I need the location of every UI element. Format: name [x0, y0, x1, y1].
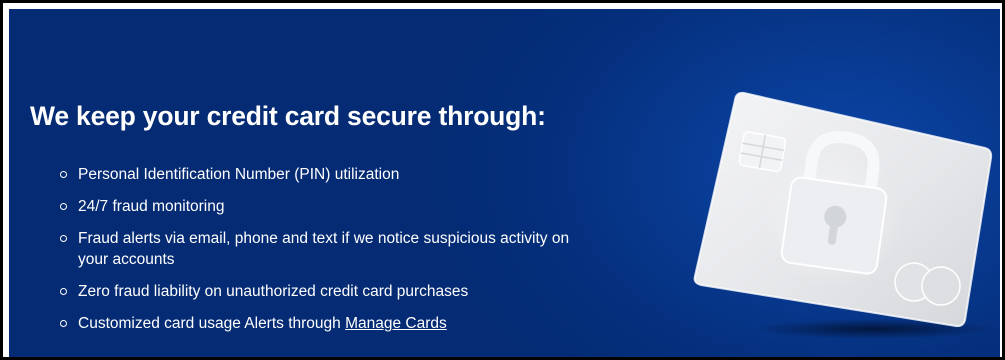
bullet-icon — [60, 235, 67, 242]
list-item: Fraud alerts via email, phone and text i… — [56, 228, 576, 270]
security-feature-list: Personal Identification Number (PIN) uti… — [56, 164, 576, 345]
feature-text: Zero fraud liability on unauthorized cre… — [78, 283, 469, 300]
feature-text: Customized card usage Alerts through — [78, 315, 346, 332]
feature-text: Fraud alerts via email, phone and text i… — [78, 230, 570, 268]
chip-icon — [738, 131, 787, 173]
feature-text: 24/7 fraud monitoring — [78, 198, 225, 215]
bullet-icon — [60, 288, 67, 295]
list-item: 24/7 fraud monitoring — [56, 196, 576, 217]
banner-headline: We keep your credit card secure through: — [30, 101, 546, 131]
manage-cards-link[interactable]: Manage Cards — [345, 315, 447, 332]
bullet-icon — [60, 320, 67, 327]
credit-card-icon — [693, 91, 994, 339]
feature-text: Personal Identification Number (PIN) uti… — [78, 166, 400, 183]
bullet-icon — [60, 171, 67, 178]
security-banner: We keep your credit card secure through:… — [9, 9, 1000, 357]
card-brand-logo-icon — [894, 262, 961, 306]
list-item: Customized card usage Alerts through Man… — [56, 313, 576, 334]
list-item: Personal Identification Number (PIN) uti… — [56, 164, 576, 185]
list-item: Zero fraud liability on unauthorized cre… — [56, 281, 576, 302]
page-frame: We keep your credit card secure through:… — [0, 0, 1005, 360]
bullet-icon — [60, 203, 67, 210]
